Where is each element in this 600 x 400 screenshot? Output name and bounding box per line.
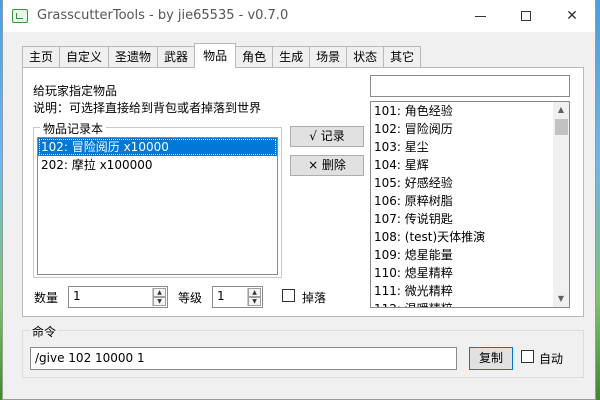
maximize-icon [521, 11, 531, 21]
close-icon: ✕ [566, 8, 578, 24]
app-icon [12, 9, 28, 23]
copy-button[interactable]: 复制 [469, 347, 513, 370]
item-list-row[interactable]: 105: 好感经验 [371, 174, 569, 192]
level-label: 等级 [178, 291, 203, 305]
stepper-up-icon[interactable]: ▲ [248, 288, 261, 297]
close-button[interactable]: ✕ [549, 0, 595, 32]
records-list[interactable]: 102: 冒险阅历 x10000 202: 摩拉 x100000 [37, 137, 278, 275]
scroll-thumb[interactable] [555, 119, 568, 135]
tab-items[interactable]: 物品 [194, 43, 237, 68]
tab-spawn[interactable]: 生成 [272, 46, 311, 68]
command-input[interactable]: /give 102 10000 1 [30, 347, 457, 370]
item-list-row[interactable]: 108: (test)天体推演 [371, 228, 569, 246]
level-field[interactable]: 1 ▲ ▼ [212, 286, 263, 308]
items-tab-panel: 给玩家指定物品 说明：可选择直接给到背包或者掉落到世界 物品记录本 102: 冒… [22, 67, 584, 317]
amount-value: 1 [73, 289, 81, 303]
records-group-label: 物品记录本 [40, 120, 107, 137]
record-button[interactable]: √ 记录 [290, 126, 364, 147]
amount-stepper[interactable]: ▲ ▼ [152, 288, 166, 306]
drop-label: 掉落 [302, 291, 327, 305]
title-bar[interactable]: GrasscutterTools - by jie65535 - v0.7.0 … [3, 0, 595, 32]
tab-status[interactable]: 状态 [346, 46, 385, 68]
stepper-down-icon[interactable]: ▼ [248, 297, 261, 306]
item-list-row[interactable]: 111: 微光精粹 [371, 282, 569, 300]
item-list-row[interactable]: 107: 传说钥匙 [371, 210, 569, 228]
window-title: GrasscutterTools - by jie65535 - v0.7.0 [37, 8, 289, 23]
item-list-row[interactable]: 109: 熄星能量 [371, 246, 569, 264]
item-list-scrollbar[interactable]: ▲ ▼ [553, 102, 569, 307]
minimize-button[interactable] [457, 0, 503, 32]
tab-custom[interactable]: 自定义 [59, 46, 110, 68]
items-title: 给玩家指定物品 [33, 84, 118, 98]
scroll-up-icon[interactable]: ▲ [553, 102, 569, 118]
tab-scene[interactable]: 场景 [309, 46, 348, 68]
auto-label: 自动 [539, 352, 564, 366]
scroll-down-icon[interactable]: ▼ [553, 291, 569, 307]
item-list-row[interactable]: 112: 温暖精粹 [371, 300, 569, 307]
records-group: 物品记录本 102: 冒险阅历 x10000 202: 摩拉 x100000 [33, 120, 282, 278]
item-list-row[interactable]: 104: 星辉 [371, 156, 569, 174]
amount-label: 数量 [34, 291, 59, 305]
item-list-row[interactable]: 110: 熄星精粹 [371, 264, 569, 282]
item-list-row[interactable]: 102: 冒险阅历 [371, 120, 569, 138]
record-item[interactable]: 102: 冒险阅历 x10000 [38, 138, 277, 156]
stepper-down-icon[interactable]: ▼ [153, 297, 166, 306]
record-item[interactable]: 202: 摩拉 x100000 [38, 156, 277, 174]
maximize-button[interactable] [503, 0, 549, 32]
stepper-up-icon[interactable]: ▲ [153, 288, 166, 297]
level-stepper[interactable]: ▲ ▼ [247, 288, 261, 306]
amount-field[interactable]: 1 ▲ ▼ [68, 286, 168, 308]
delete-button[interactable]: × 删除 [290, 155, 364, 176]
item-list[interactable]: 101: 角色经验 102: 冒险阅历 103: 星尘 104: 星辉 105:… [370, 101, 570, 308]
command-group: 命令 /give 102 10000 1 复制 自动 [22, 323, 584, 378]
item-list-row[interactable]: 106: 原粹树脂 [371, 192, 569, 210]
item-list-row[interactable]: 103: 星尘 [371, 138, 569, 156]
level-value: 1 [217, 289, 225, 303]
tab-home[interactable]: 主页 [22, 46, 61, 68]
tab-avatar[interactable]: 角色 [235, 46, 274, 68]
tab-other[interactable]: 其它 [383, 46, 422, 68]
item-list-row[interactable]: 101: 角色经验 [371, 102, 569, 120]
minimize-icon [474, 15, 486, 17]
command-group-label: 命令 [30, 323, 59, 340]
tab-artifact[interactable]: 圣遗物 [108, 46, 159, 68]
drop-checkbox[interactable] [282, 289, 295, 302]
auto-checkbox[interactable] [521, 350, 534, 363]
tab-bar: 主页 自定义 圣遗物 武器 物品 角色 生成 场景 状态 其它 [22, 43, 422, 68]
item-search-input[interactable] [370, 75, 570, 97]
tab-weapon[interactable]: 武器 [157, 46, 196, 68]
items-description: 说明：可选择直接给到背包或者掉落到世界 [33, 101, 262, 115]
